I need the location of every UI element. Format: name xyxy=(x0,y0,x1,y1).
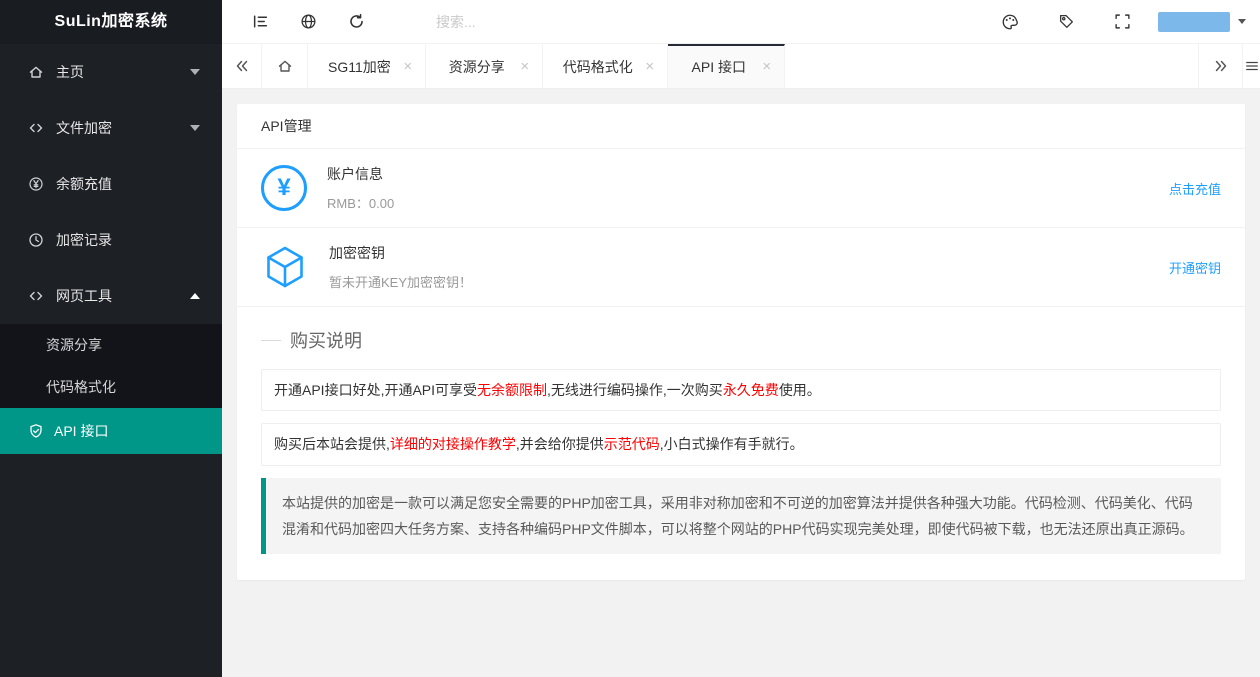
topbar xyxy=(222,0,1260,44)
fullscreen-icon xyxy=(1114,13,1131,30)
yen-circle-icon: ¥ xyxy=(261,165,307,211)
home-icon xyxy=(28,64,44,80)
username-redacted xyxy=(1158,11,1230,32)
secret-key-title: 加密密钥 xyxy=(329,245,385,261)
fullscreen-button[interactable] xyxy=(1094,0,1150,44)
yen-circle-icon xyxy=(28,176,44,192)
yen-glyph: ¥ xyxy=(277,174,291,201)
home-icon xyxy=(277,58,293,74)
tag-button[interactable] xyxy=(1038,0,1094,44)
menu-icon xyxy=(1245,59,1259,73)
sidebar-item-label: 加密记录 xyxy=(56,232,112,248)
user-menu-button[interactable] xyxy=(1158,11,1246,32)
code-icon xyxy=(28,288,44,304)
chevron-down-icon xyxy=(190,125,200,131)
topbar-right xyxy=(968,0,1260,44)
sidebar-menu: 主页 文件加密 余额充值 加密记录 网页工具 资源分享 代码格式化 API 接口 xyxy=(0,44,222,677)
sidebar: SuLin加密系统 主页 文件加密 余额充值 加密记录 网页工具 资源分享 代码… xyxy=(0,0,222,677)
legend-line xyxy=(261,339,281,341)
tabbar: SG11加密 × 资源分享 × 代码格式化 × API 接口 × xyxy=(222,44,1260,89)
tab-resource-share[interactable]: 资源分享 × xyxy=(426,44,543,88)
tab-menu-button[interactable] xyxy=(1242,44,1260,88)
sidebar-subitem-label: 代码格式化 xyxy=(46,379,116,395)
close-tab-icon[interactable]: × xyxy=(642,59,658,75)
close-tab-icon[interactable]: × xyxy=(759,59,775,75)
purchase-paragraph-2: 购买后本站会提供,详细的对接操作教学,并会给你提供示范代码,小白式操作有手就行。 xyxy=(261,423,1221,466)
shield-check-icon xyxy=(28,423,44,439)
tab-sg11[interactable]: SG11加密 × xyxy=(308,44,426,88)
globe-button[interactable] xyxy=(284,0,332,44)
tabbar-spacer xyxy=(785,44,1198,88)
tab-code-format[interactable]: 代码格式化 × xyxy=(543,44,668,88)
purchase-paragraph-1: 开通API接口好处,开通API可享受无余额限制,无线进行编码操作,一次购买永久免… xyxy=(261,369,1221,412)
theme-button[interactable] xyxy=(982,0,1038,44)
collapse-sidebar-icon xyxy=(252,13,269,30)
tab-home[interactable] xyxy=(262,44,308,88)
close-tab-icon[interactable]: × xyxy=(517,59,533,75)
main-column: SG11加密 × 资源分享 × 代码格式化 × API 接口 × xyxy=(222,0,1260,677)
purchase-heading: 购买说明 xyxy=(261,327,1221,353)
sidebar-item-label: 余额充值 xyxy=(56,176,112,192)
tab-label: 代码格式化 xyxy=(562,59,633,75)
chevron-down-icon xyxy=(190,69,200,75)
sidebar-subitem-api[interactable]: API 接口 xyxy=(0,408,222,454)
double-chevron-right-icon xyxy=(1213,58,1229,74)
sidebar-item-label: 主页 xyxy=(56,64,84,80)
sidebar-item-file-encrypt[interactable]: 文件加密 xyxy=(0,100,222,156)
chevron-down-icon xyxy=(1238,19,1246,24)
secret-key-texts: 加密密钥 暂未开通KEY加密密钥！ xyxy=(329,243,472,291)
account-info-texts: 账户信息 RMB：0.00 xyxy=(327,164,394,212)
api-management-card: API管理 ¥ 账户信息 RMB：0.00 点击充值 加密密钥 暂未开通KEY加… xyxy=(237,104,1245,580)
app-window: SuLin加密系统 主页 文件加密 余额充值 加密记录 网页工具 资源分享 代码… xyxy=(0,0,1260,677)
account-balance: RMB：0.00 xyxy=(327,196,395,211)
account-info-row: ¥ 账户信息 RMB：0.00 点击充值 xyxy=(237,149,1245,228)
globe-icon xyxy=(300,13,317,30)
purchase-heading-text: 购买说明 xyxy=(290,331,362,351)
tab-label: 资源分享 xyxy=(448,59,505,75)
notice-text: 本站提供的加密是一款可以满足您安全需要的PHP加密工具，采用非对称加密和不可逆的… xyxy=(282,494,1194,537)
notice-box: 本站提供的加密是一款可以满足您安全需要的PHP加密工具，采用非对称加密和不可逆的… xyxy=(261,477,1221,554)
scroll-tabs-left-button[interactable] xyxy=(222,44,262,88)
sidebar-item-web-tools[interactable]: 网页工具 xyxy=(0,268,222,324)
sidebar-subitem-label: 资源分享 xyxy=(46,337,102,353)
sidebar-item-home[interactable]: 主页 xyxy=(0,44,222,100)
close-tab-icon[interactable]: × xyxy=(400,59,416,75)
chevron-up-icon xyxy=(190,293,200,299)
sidebar-item-label: 网页工具 xyxy=(56,288,112,304)
tab-label: SG11加密 xyxy=(328,59,391,75)
sidebar-subitem-code-format[interactable]: 代码格式化 xyxy=(0,366,222,408)
open-key-link[interactable]: 开通密钥 xyxy=(1169,258,1221,277)
refresh-icon xyxy=(348,13,365,30)
palette-icon xyxy=(1001,13,1019,31)
tag-icon xyxy=(1058,13,1075,30)
clock-icon xyxy=(28,232,44,248)
collapse-sidebar-button[interactable] xyxy=(236,0,284,44)
sidebar-item-label: 文件加密 xyxy=(56,120,112,136)
cube-icon xyxy=(261,243,309,291)
secret-key-row: 加密密钥 暂未开通KEY加密密钥！ 开通密钥 xyxy=(237,228,1245,307)
page-title: API管理 xyxy=(237,104,1245,149)
account-info-title: 账户信息 xyxy=(327,166,383,182)
sidebar-item-records[interactable]: 加密记录 xyxy=(0,212,222,268)
code-icon xyxy=(28,120,44,136)
tab-label: API 接口 xyxy=(691,59,746,75)
scroll-tabs-right-button[interactable] xyxy=(1198,44,1242,88)
tab-api[interactable]: API 接口 × xyxy=(667,44,785,88)
refresh-button[interactable] xyxy=(332,0,380,44)
search-input[interactable] xyxy=(436,13,666,30)
sidebar-subitem-label: API 接口 xyxy=(54,423,109,439)
app-title: SuLin加密系统 xyxy=(0,0,222,44)
purchase-section: 购买说明 开通API接口好处,开通API可享受无余额限制,无线进行编码操作,一次… xyxy=(237,307,1245,580)
sidebar-subitem-resource-share[interactable]: 资源分享 xyxy=(0,324,222,366)
sidebar-submenu-web-tools: 资源分享 代码格式化 API 接口 xyxy=(0,324,222,454)
double-chevron-left-icon xyxy=(234,58,250,74)
recharge-link[interactable]: 点击充值 xyxy=(1169,179,1221,198)
secret-key-status: 暂未开通KEY加密密钥！ xyxy=(329,275,473,290)
sidebar-item-recharge[interactable]: 余额充值 xyxy=(0,156,222,212)
content-area[interactable]: API管理 ¥ 账户信息 RMB：0.00 点击充值 加密密钥 暂未开通KEY加… xyxy=(222,89,1260,677)
